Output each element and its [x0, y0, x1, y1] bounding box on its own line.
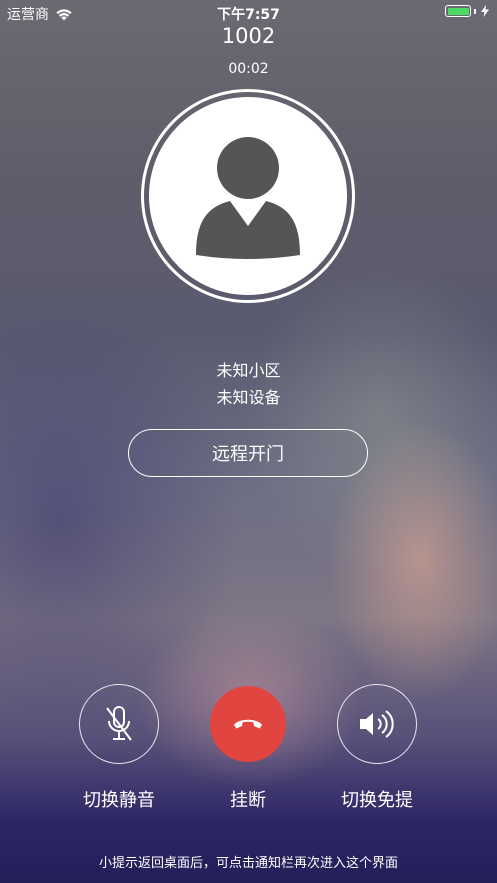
status-bar: 运营商 下午7:57: [0, 0, 497, 26]
battery-icon: [445, 5, 471, 17]
status-time: 下午7:57: [217, 7, 280, 23]
remote-unlock-button[interactable]: 远程开门: [128, 429, 368, 477]
device-name: 未知设备: [216, 388, 281, 407]
charging-bolt-icon: [481, 5, 489, 17]
hangup-action: 挂断: [188, 684, 308, 812]
battery-tip: [474, 8, 476, 14]
call-duration: 00:02: [228, 61, 269, 77]
hint-text: 小提示返回桌面后，可点击通知栏再次进入这个界面: [98, 856, 398, 871]
phone-hangup-icon: [234, 719, 262, 729]
battery-indicator: [445, 5, 489, 17]
caller-avatar: [141, 89, 355, 303]
remote-unlock-label: 远程开门: [212, 444, 284, 465]
microphone-muted-icon: [106, 706, 132, 741]
person-icon: [196, 137, 300, 259]
hangup-label: 挂断: [230, 790, 266, 811]
mute-action: 切换静音: [59, 684, 179, 812]
community-name: 未知小区: [216, 361, 281, 380]
hangup-button[interactable]: [210, 686, 286, 762]
call-screen: 运营商 下午7:57 1002 00:02 未知小区 未知设备 远程开门 切换静…: [0, 0, 497, 883]
battery-level: [447, 7, 469, 15]
avatar-background: [149, 97, 347, 295]
speaker-icon: [360, 710, 394, 738]
speaker-action: 切换免提: [317, 684, 437, 812]
speaker-label: 切换免提: [341, 790, 413, 811]
speaker-button[interactable]: [337, 684, 417, 764]
mute-button[interactable]: [79, 684, 159, 764]
mute-label: 切换静音: [83, 790, 155, 811]
caller-number: 1002: [221, 24, 276, 48]
